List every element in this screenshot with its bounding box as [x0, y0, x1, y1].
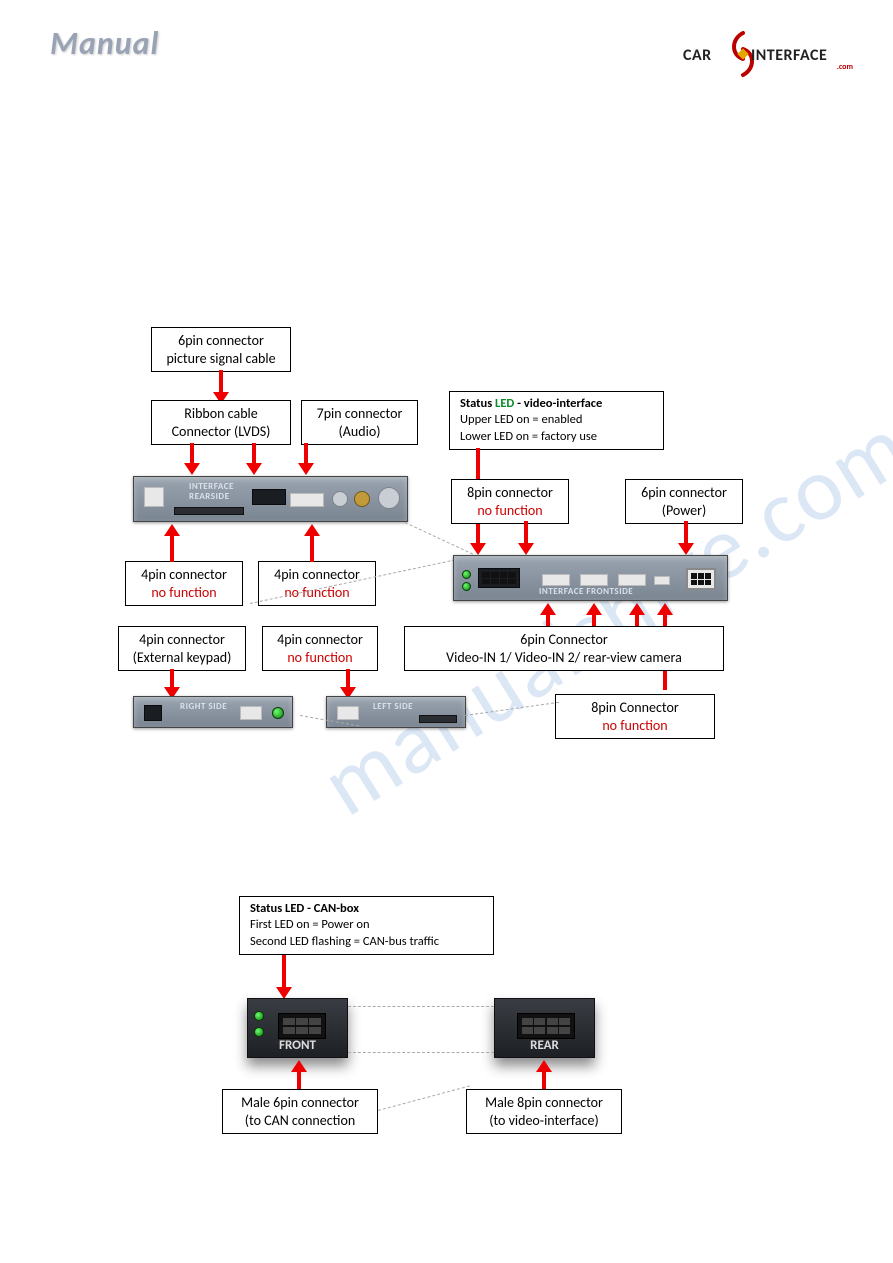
logo-text-interface: INTERFACE	[751, 46, 827, 65]
callout-line2: Connector (LVDS)	[162, 423, 280, 441]
guide-line	[348, 1006, 494, 1007]
hardware-canbox-front: FRONT	[247, 998, 348, 1058]
callout-line1: Status LED - video-interface	[460, 396, 653, 412]
callout-6pin-power: 6pin connector (Power)	[625, 479, 743, 524]
led-green-icon	[254, 1011, 264, 1021]
slot	[419, 715, 457, 723]
port-8pin	[478, 568, 520, 588]
port-white	[580, 574, 608, 586]
callout-line2: (to CAN connection	[233, 1112, 367, 1130]
port-jack	[332, 491, 348, 507]
callout-6pin-picture-signal: 6pin connector picture signal cable	[151, 327, 291, 372]
port-6pin-power	[686, 568, 716, 590]
text-part: - video-interface	[514, 396, 602, 411]
callout-line1: Male 6pin connector	[233, 1094, 367, 1112]
callout-male-6pin-can: Male 6pin connector (to CAN connection	[222, 1089, 378, 1134]
text-part: Status	[460, 396, 495, 411]
led-green-icon	[462, 582, 471, 591]
guide-line	[378, 1085, 470, 1111]
hardware-canbox-rear: REAR	[494, 998, 595, 1058]
callout-line2: no function	[273, 649, 367, 667]
port-white	[654, 576, 670, 585]
callout-line2: no function	[462, 502, 558, 520]
pins-icon	[691, 573, 711, 585]
callout-line3: Second LED flashing = CAN-bus traffic	[250, 934, 483, 950]
callout-line1: 6pin connector	[636, 484, 732, 502]
logo-text-car: CAR	[683, 46, 712, 65]
led-green-icon	[254, 1027, 264, 1037]
hardware-interface-frontside: INTERFACE FRONTSIDE	[453, 555, 728, 601]
callout-line2: First LED on = Power on	[250, 917, 483, 933]
callout-line2: Upper LED on = enabled	[460, 412, 653, 428]
port-4pin-keypad	[144, 705, 162, 721]
watermark-text: manualshive.com	[302, 391, 893, 840]
port-white	[240, 706, 262, 720]
callout-line2: no function	[269, 584, 365, 602]
callout-ribbon-lvds: Ribbon cable Connector (LVDS)	[151, 400, 291, 445]
led-green-icon	[462, 570, 471, 579]
callout-line2: no function	[136, 584, 232, 602]
callout-line1: 4pin connector	[129, 631, 235, 649]
callout-line1: 6pin connector	[162, 332, 280, 350]
callout-4pin-no-function-mid: 4pin connector no function	[258, 561, 376, 606]
callout-status-led-video: Status LED - video-interface Upper LED o…	[449, 391, 664, 450]
callout-status-led-canbox: Status LED - CAN-box First LED on = Powe…	[239, 896, 494, 955]
callout-line1: Status LED - CAN-box	[250, 901, 483, 917]
port-rca-gold	[354, 491, 370, 507]
guide-line	[465, 702, 559, 716]
callout-line2: (External keypad)	[129, 649, 235, 667]
hw-label: RIGHT SIDE	[180, 701, 227, 712]
callout-line1: 8pin Connector	[566, 699, 704, 717]
port-white	[618, 574, 646, 586]
port-ribbon-lvds	[174, 507, 244, 515]
callout-line2: (to video-interface)	[477, 1112, 611, 1130]
port-4pin	[337, 706, 359, 720]
callout-line2: Video-IN 1/ Video-IN 2/ rear-view camera	[415, 649, 713, 667]
callout-7pin-audio: 7pin connector (Audio)	[301, 400, 418, 445]
hardware-right-side: RIGHT SIDE	[133, 696, 293, 728]
text-part-green: LED	[495, 396, 514, 411]
callout-line2: (Power)	[636, 502, 732, 520]
callout-line1: Male 8pin connector	[477, 1094, 611, 1112]
guide-line	[348, 1052, 494, 1053]
callout-8pin-no-function-bottom: 8pin Connector no function	[555, 694, 715, 739]
callout-line1: 4pin connector	[273, 631, 367, 649]
callout-line1: 7pin connector	[312, 405, 407, 423]
canbox-rear-label: REAR	[495, 1038, 594, 1053]
port-white	[290, 493, 324, 507]
callout-line1: Ribbon cable	[162, 405, 280, 423]
hw-label: REARSIDE	[189, 491, 230, 502]
brand-logo: CAR INTERFACE .com	[683, 34, 853, 79]
callout-line1: 8pin connector	[462, 484, 558, 502]
manual-title: Manual	[50, 24, 159, 63]
callout-6pin-video-in: 6pin Connector Video-IN 1/ Video-IN 2/ r…	[404, 626, 724, 671]
hw-label: LEFT SIDE	[373, 701, 413, 712]
callout-line3: Lower LED on = factory use	[460, 429, 653, 445]
callout-8pin-no-function: 8pin connector no function	[451, 479, 569, 524]
callout-line1: 6pin Connector	[415, 631, 713, 649]
callout-line2: (Audio)	[312, 423, 407, 441]
callout-line1: 4pin connector	[136, 566, 232, 584]
canbox-front-label: FRONT	[248, 1038, 347, 1053]
logo-text-dotcom: .com	[837, 62, 853, 72]
callout-line2: picture signal cable	[162, 350, 280, 368]
port-6pin-can	[278, 1013, 326, 1039]
port-white	[542, 574, 570, 586]
page-header: Manual CAR INTERFACE .com	[0, 24, 893, 84]
pins-icon	[482, 572, 516, 584]
hw-label: INTERFACE FRONTSIDE	[539, 586, 633, 597]
callout-4pin-no-function-left: 4pin connector no function	[125, 561, 243, 606]
port-6pin-picture	[144, 487, 164, 507]
callout-4pin-no-function-bottom: 4pin connector no function	[262, 626, 378, 671]
callout-male-8pin-video: Male 8pin connector (to video-interface)	[466, 1089, 622, 1134]
hardware-interface-rearside: INTERFACE REARSIDE	[133, 476, 408, 522]
callout-4pin-external-keypad: 4pin connector (External keypad)	[118, 626, 246, 671]
port-8pin-video	[517, 1013, 575, 1039]
port-round	[378, 487, 400, 509]
port-7pin-audio	[252, 489, 286, 505]
callout-line2: no function	[566, 717, 704, 735]
led-green-icon	[272, 707, 284, 719]
guide-line	[405, 522, 478, 557]
